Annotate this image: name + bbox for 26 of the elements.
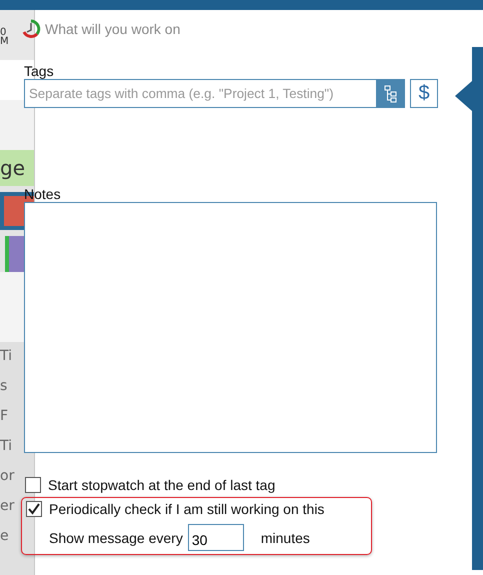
tags-field[interactable]: Separate tags with comma (e.g. "Project 1, Testing") bbox=[24, 79, 377, 108]
minutes-field[interactable]: 30 bbox=[188, 524, 244, 551]
time-fragment: M bbox=[0, 37, 10, 46]
list-fragment: F bbox=[0, 408, 10, 424]
checkbox-label: Periodically check if I am still working on this bbox=[49, 501, 324, 517]
time-fragment: 0 bbox=[0, 28, 6, 37]
list-fragment: or bbox=[0, 468, 16, 484]
list-fragment: s bbox=[0, 378, 8, 394]
stopwatch-icon bbox=[21, 19, 41, 39]
checkbox[interactable] bbox=[25, 477, 41, 493]
interval-label: Show message every bbox=[49, 530, 183, 546]
notes-label: Notes bbox=[24, 186, 62, 202]
checkbox-label: Start stopwatch at the end of last tag bbox=[48, 477, 276, 493]
list-fragment: Ti bbox=[0, 348, 14, 364]
currency-button[interactable]: $ bbox=[410, 79, 438, 108]
checkbox[interactable] bbox=[26, 501, 42, 517]
list-fragment: Ti bbox=[0, 438, 14, 454]
notes-field[interactable] bbox=[24, 202, 437, 453]
tags-label: Tags bbox=[24, 63, 55, 79]
hierarchy-icon bbox=[384, 84, 398, 102]
minutes-label: minutes bbox=[260, 530, 310, 546]
dialog-title: What will you work on bbox=[45, 21, 180, 37]
list-fragment: e bbox=[0, 528, 10, 544]
list-fragment: er bbox=[0, 498, 16, 514]
calendar-tile: ge bbox=[0, 150, 34, 186]
tree-button[interactable] bbox=[377, 79, 405, 108]
